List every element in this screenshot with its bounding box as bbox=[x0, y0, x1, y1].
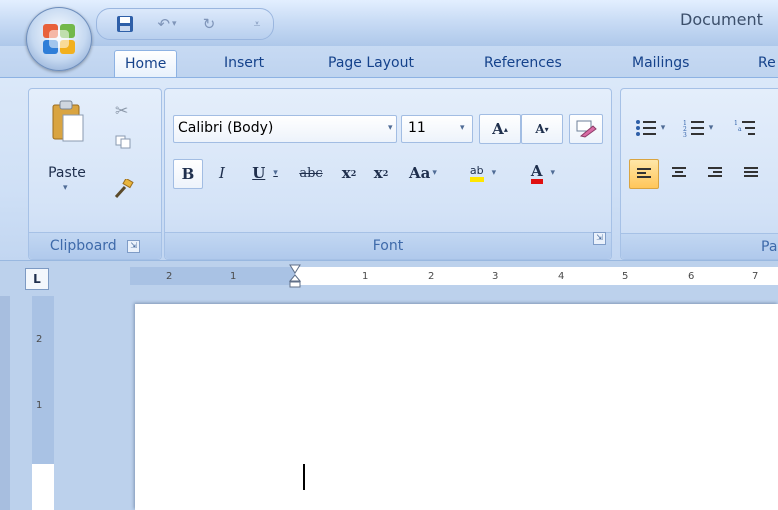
align-right-icon bbox=[708, 167, 722, 177]
change-case-label: Aa bbox=[409, 164, 431, 182]
customize-icon[interactable]: ⩡ bbox=[247, 13, 267, 35]
strikethrough-label: abc bbox=[299, 165, 323, 181]
clipboard-group-label: Clipboard ⇲ bbox=[29, 232, 161, 259]
ruler-tick: 3 bbox=[492, 271, 499, 282]
paragraph-group-label: Para bbox=[621, 233, 778, 259]
shrink-font-button[interactable]: A ▾ bbox=[521, 114, 563, 144]
font-size-dropdown-icon[interactable]: ▾ bbox=[460, 123, 465, 133]
bold-button[interactable]: B bbox=[173, 159, 203, 189]
ruler-tick: 1 bbox=[362, 271, 369, 282]
multilevel-list-icon: 1a bbox=[734, 120, 755, 135]
shrink-font-label: A bbox=[535, 122, 545, 136]
ruler-tick: 6 bbox=[688, 271, 695, 282]
ribbon: Paste ▾ ✂ Clipboard ⇲ Calibri (Body) ▾ 1… bbox=[0, 77, 778, 261]
justify-button[interactable] bbox=[737, 159, 765, 187]
document-page[interactable] bbox=[135, 304, 778, 510]
font-color-button[interactable]: A ▾ bbox=[515, 159, 571, 187]
underline-label: U bbox=[252, 164, 266, 182]
office-button[interactable] bbox=[26, 7, 92, 71]
clear-formatting-icon bbox=[576, 120, 597, 138]
bullets-icon bbox=[635, 120, 656, 136]
svg-text:3: 3 bbox=[683, 132, 687, 137]
vertical-ruler-text-area bbox=[32, 464, 54, 510]
paste-dropdown-arrow: ▾ bbox=[63, 183, 68, 193]
window-title: Document bbox=[680, 10, 763, 29]
paste-button[interactable]: Paste ▾ bbox=[37, 95, 97, 207]
redo-icon[interactable]: ↻ bbox=[195, 13, 223, 35]
superscript-label: x bbox=[373, 164, 383, 182]
ruler-tick: 7 bbox=[752, 271, 759, 282]
font-color-label: A bbox=[530, 163, 543, 184]
highlight-button[interactable]: ab ▾ bbox=[455, 159, 511, 187]
copy-icon[interactable] bbox=[115, 135, 131, 149]
highlight-label: ab bbox=[469, 164, 484, 182]
align-right-button[interactable] bbox=[701, 159, 729, 187]
tab-selector-button[interactable]: L bbox=[25, 268, 49, 290]
subscript-label: x bbox=[341, 164, 351, 182]
subscript-button[interactable]: x2 bbox=[335, 159, 363, 187]
left-border bbox=[0, 296, 10, 510]
align-left-button[interactable] bbox=[629, 159, 659, 189]
font-name-combobox[interactable]: Calibri (Body) ▾ bbox=[173, 115, 397, 143]
tab-review[interactable]: Re bbox=[748, 50, 778, 76]
paragraph-group: ▾ 123 ▾ 1a Para bbox=[620, 88, 778, 260]
ruler-tick: 4 bbox=[558, 271, 565, 282]
format-painter-icon[interactable] bbox=[113, 177, 135, 199]
ruler-tick: 1 bbox=[230, 271, 237, 282]
cut-icon[interactable]: ✂ bbox=[115, 101, 128, 120]
ruler-tick: 5 bbox=[622, 271, 629, 282]
underline-button[interactable]: U ▾ bbox=[243, 159, 287, 187]
first-line-indent-icon[interactable] bbox=[289, 264, 301, 274]
clipboard-dialog-launcher-icon[interactable]: ⇲ bbox=[127, 239, 141, 253]
align-center-button[interactable] bbox=[665, 159, 693, 187]
tab-page-layout[interactable]: Page Layout bbox=[318, 50, 424, 76]
numbering-icon: 123 bbox=[683, 120, 704, 137]
italic-button[interactable]: I bbox=[209, 159, 235, 187]
change-case-button[interactable]: Aa ▾ bbox=[399, 159, 447, 187]
strikethrough-button[interactable]: abc bbox=[291, 159, 331, 187]
office-logo-icon bbox=[43, 24, 75, 54]
font-group: Calibri (Body) ▾ 11 ▾ A ▴ A ▾ B I U ▾ abc x… bbox=[164, 88, 612, 260]
font-dialog-launcher-icon[interactable]: ⇲ bbox=[593, 232, 606, 245]
tab-home[interactable]: Home bbox=[114, 50, 178, 79]
multilevel-list-button[interactable]: 1a bbox=[725, 114, 765, 142]
ruler-left-margin bbox=[130, 267, 295, 285]
align-center-icon bbox=[672, 167, 686, 177]
svg-text:a: a bbox=[738, 126, 742, 133]
text-cursor bbox=[303, 464, 305, 490]
grow-font-button[interactable]: A ▴ bbox=[479, 114, 521, 144]
font-name-dropdown-icon[interactable]: ▾ bbox=[388, 123, 393, 133]
paste-icon bbox=[52, 100, 84, 142]
ruler-tick: 2 bbox=[428, 271, 435, 282]
align-left-icon bbox=[637, 168, 651, 178]
font-size-combobox[interactable]: 11 ▾ bbox=[401, 115, 473, 143]
save-icon[interactable] bbox=[113, 13, 137, 35]
hanging-indent-icon[interactable] bbox=[289, 274, 301, 288]
bold-label: B bbox=[181, 165, 195, 183]
italic-label: I bbox=[219, 164, 225, 182]
tab-insert[interactable]: Insert bbox=[214, 50, 274, 76]
undo-icon[interactable]: ↶ ▾ bbox=[149, 13, 185, 35]
clear-formatting-button[interactable] bbox=[569, 114, 603, 144]
clipboard-group: Paste ▾ ✂ Clipboard ⇲ bbox=[28, 88, 162, 260]
font-size-value: 11 bbox=[408, 120, 426, 136]
font-group-label: Font bbox=[165, 232, 611, 259]
bullets-button[interactable]: ▾ bbox=[627, 114, 673, 142]
vertical-ruler-tick: 1 bbox=[36, 400, 43, 411]
numbering-button[interactable]: 123 ▾ bbox=[675, 114, 721, 142]
font-name-value: Calibri (Body) bbox=[178, 120, 274, 136]
paste-label: Paste bbox=[48, 165, 86, 181]
clipboard-label: Clipboard bbox=[49, 238, 117, 254]
vertical-ruler-tick: 2 bbox=[36, 334, 43, 345]
grow-font-label: A bbox=[492, 120, 504, 138]
superscript-button[interactable]: x2 bbox=[367, 159, 395, 187]
quick-access-toolbar: ↶ ▾ ↻ ⩡ bbox=[96, 8, 274, 40]
ruler-tick: 2 bbox=[166, 271, 173, 282]
tab-mailings[interactable]: Mailings bbox=[622, 50, 699, 76]
justify-icon bbox=[744, 167, 758, 177]
tab-references[interactable]: References bbox=[474, 50, 572, 76]
paragraph-label: Para bbox=[761, 239, 778, 255]
font-label: Font bbox=[372, 238, 404, 254]
